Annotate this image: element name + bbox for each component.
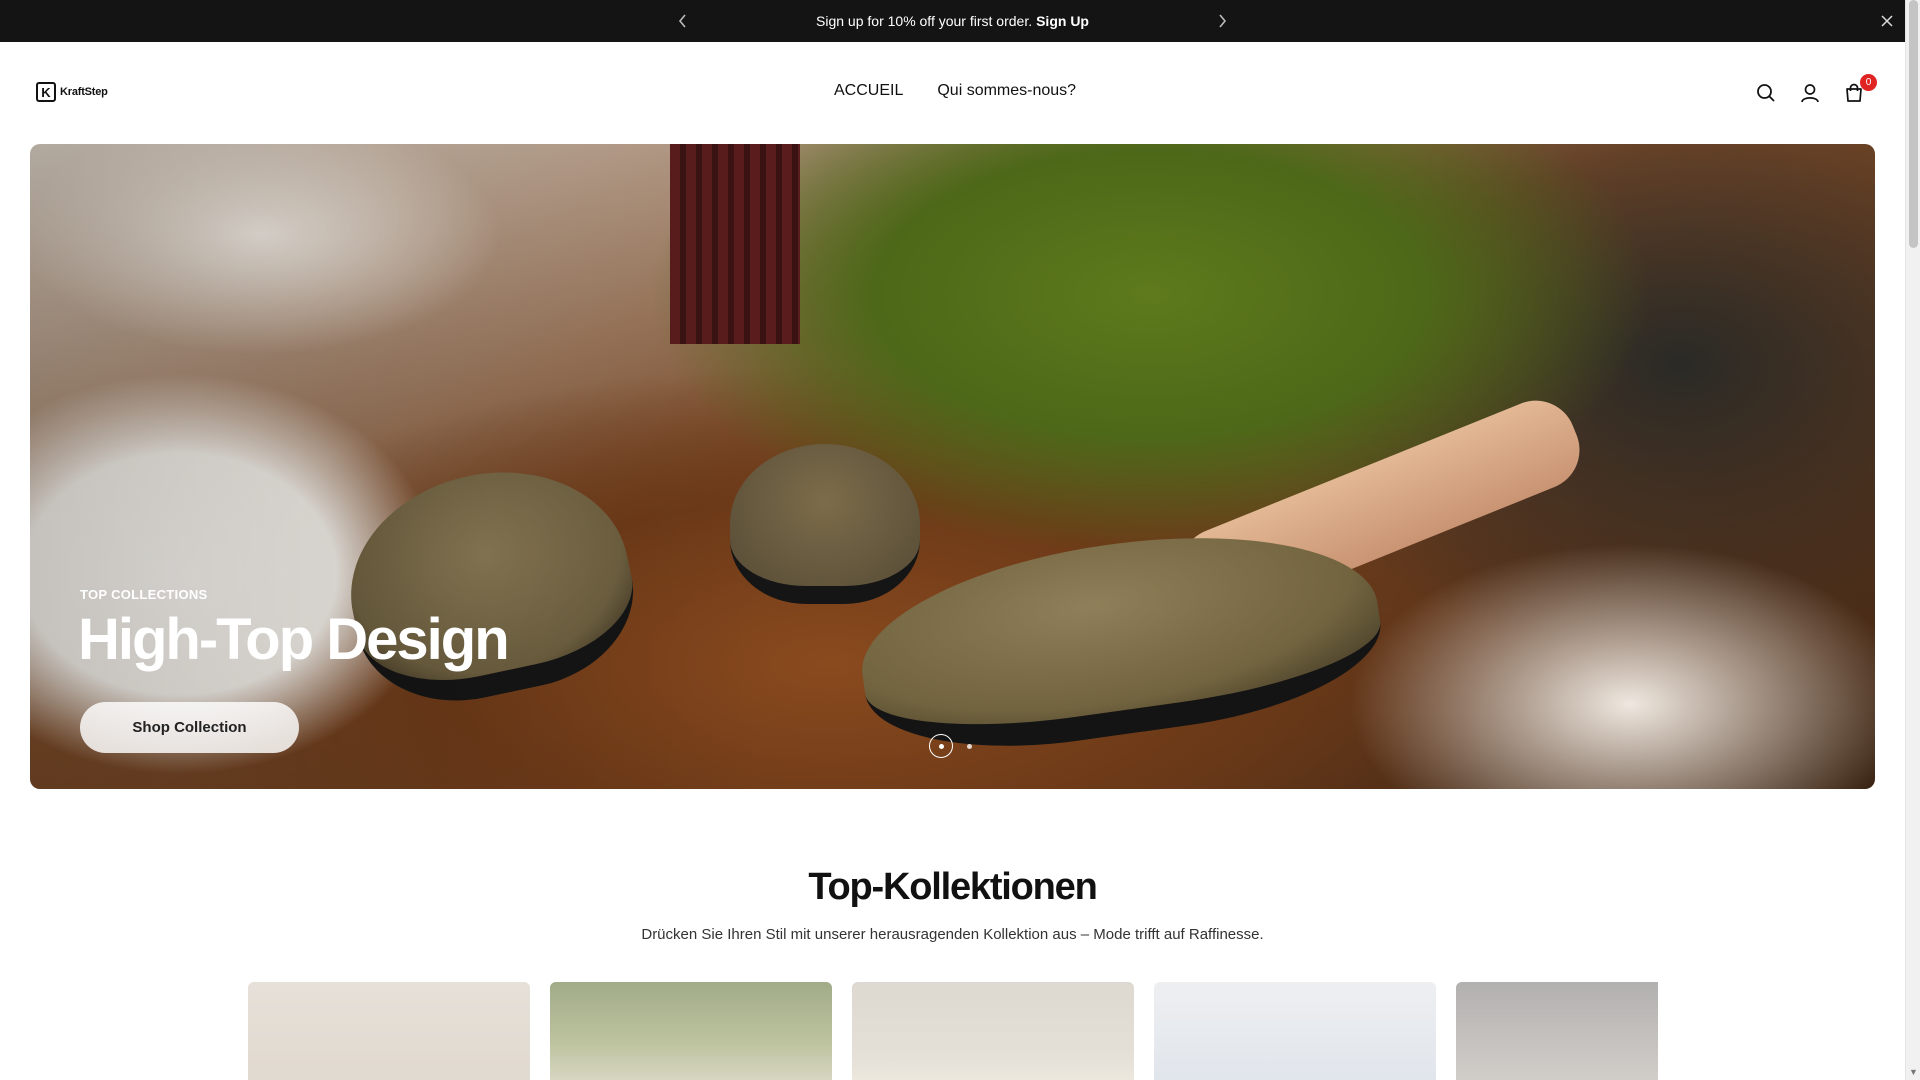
logo[interactable]: K KraftStep <box>36 82 108 102</box>
cart-count-badge: 0 <box>1860 74 1877 91</box>
hero-eyebrow: TOP COLLECTIONS <box>80 587 208 602</box>
cart-icon[interactable]: 0 <box>1843 74 1877 104</box>
chevron-left-icon[interactable] <box>671 9 695 33</box>
sign-up-link[interactable]: Sign Up <box>1036 13 1089 29</box>
collection-card-image <box>852 982 1134 1080</box>
chevron-right-icon[interactable] <box>1210 9 1234 33</box>
scroll-down-arrow-icon[interactable]: ▼ <box>1908 1067 1919 1078</box>
search-icon[interactable] <box>1755 82 1777 104</box>
hero-title: High-Top Design <box>78 607 510 672</box>
nav-item-qui-sommes-nous[interactable]: Qui sommes-nous? <box>937 82 1076 100</box>
shop-collection-button[interactable]: Shop Collection <box>80 702 299 753</box>
collection-card[interactable] <box>1154 982 1436 1080</box>
main-nav: ACCUEIL Qui sommes-nous? <box>834 82 1076 100</box>
header-actions: 0 <box>1755 74 1877 104</box>
site-header: K KraftStep ACCUEIL Qui sommes-nous? 0 <box>0 42 1905 144</box>
collections-heading: Top-Kollektionen <box>808 866 1097 908</box>
slider-pagination <box>929 734 972 758</box>
collection-card[interactable] <box>248 982 530 1080</box>
collection-card-image <box>550 982 832 1080</box>
collection-card[interactable] <box>550 982 832 1080</box>
hero-overlay <box>30 144 1875 789</box>
collection-card-image <box>248 982 530 1080</box>
logo-wordmark: KraftStep <box>60 86 108 98</box>
logo-mark: K <box>36 82 56 102</box>
collection-card[interactable] <box>852 982 1134 1080</box>
announcement-bar: Sign up for 10% off your first order. Sig… <box>0 0 1905 42</box>
slide-dot-active[interactable] <box>929 734 953 758</box>
collection-card-image <box>1456 982 1658 1080</box>
collection-card[interactable] <box>1456 982 1658 1080</box>
user-icon[interactable] <box>1799 82 1821 104</box>
announcement-text: Sign up for 10% off your first order. <box>816 13 1033 29</box>
scrollbar-thumb[interactable] <box>1909 0 1918 248</box>
collections-carousel <box>248 982 1658 1080</box>
close-icon[interactable] <box>1875 9 1899 33</box>
announcement-message: Sign up for 10% off your first order. Sig… <box>816 13 1089 29</box>
hero-banner[interactable]: TOP COLLECTIONS High-Top Design Shop Col… <box>30 144 1875 789</box>
page-scrollbar[interactable]: ▼ <box>1905 0 1920 1080</box>
slide-dot[interactable] <box>967 743 972 749</box>
collection-card-image <box>1154 982 1436 1080</box>
collections-subtitle: Drücken Sie Ihren Stil mit unserer herau… <box>641 926 1264 943</box>
nav-item-accueil[interactable]: ACCUEIL <box>834 82 903 100</box>
